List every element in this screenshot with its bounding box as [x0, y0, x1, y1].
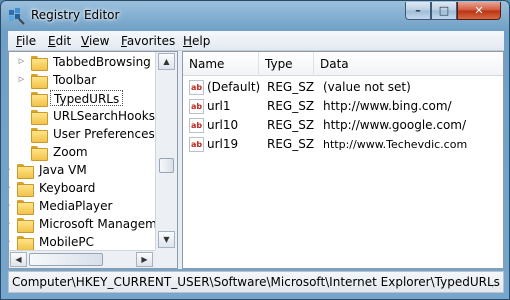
close-icon: ✕ — [474, 4, 484, 17]
folder-icon — [31, 73, 48, 89]
folder-icon — [17, 217, 34, 233]
value-type: REG_SZ — [267, 118, 315, 132]
expand-arrow-icon[interactable]: ▷ — [17, 75, 26, 84]
tree-item-label: User Preferences — [53, 127, 155, 141]
folder-icon — [31, 109, 48, 125]
tree-item-label: TypedURLs — [50, 90, 124, 106]
scroll-thumb[interactable] — [159, 158, 174, 173]
tree-item-toolbar[interactable]: ▷ Toolbar — [17, 71, 99, 89]
folder-icon — [17, 235, 34, 251]
scroll-down-icon[interactable]: ▼ — [158, 231, 175, 248]
expand-arrow-icon[interactable]: ▷ — [9, 237, 12, 246]
scroll-right-icon[interactable]: ▶ — [136, 252, 153, 267]
menu-favorites[interactable]: Favorites — [121, 34, 175, 48]
tree-item-tabbedbrowsing[interactable]: ▷ TabbedBrowsing — [17, 53, 154, 71]
value-data: http://www.Techevdic.com — [323, 138, 468, 151]
column-header-data[interactable]: Data — [314, 52, 503, 76]
registry-editor-window: Registry Editor – □ ✕ File Edit View Fav… — [0, 0, 510, 300]
minimize-icon: – — [415, 4, 421, 17]
tree-item-label: Microsoft Managemen — [39, 217, 172, 231]
list-row[interactable]: ab url1 REG_SZ http://www.bing.com/ — [183, 97, 503, 116]
scroll-up-icon[interactable]: ▲ — [158, 53, 175, 70]
close-button[interactable]: ✕ — [457, 2, 501, 20]
tree-item-typedurls[interactable]: TypedURLs — [31, 89, 124, 107]
maximize-icon: □ — [438, 4, 450, 17]
column-header-name[interactable]: Name — [183, 52, 259, 76]
expand-arrow-icon[interactable]: ▷ — [17, 57, 26, 66]
expand-arrow-icon[interactable]: ▷ — [9, 165, 12, 174]
folder-icon — [17, 163, 34, 179]
value-data: (value not set) — [323, 80, 411, 94]
value-data: http://www.bing.com/ — [323, 99, 452, 113]
folder-icon — [31, 145, 48, 161]
title-bar[interactable]: Registry Editor – □ ✕ — [1, 1, 509, 31]
tree-item-label: MobilePC — [39, 235, 94, 249]
tree-item-user-preferences[interactable]: User Preferences — [31, 125, 158, 143]
folder-icon — [17, 199, 34, 215]
tree-item-label: URLSearchHooks — [53, 109, 155, 123]
values-list[interactable]: Name Type Data ab (Default) REG_SZ (valu… — [182, 51, 504, 269]
list-row[interactable]: ab (Default) REG_SZ (value not set) — [183, 78, 503, 97]
minimize-button[interactable]: – — [405, 2, 431, 20]
menu-help[interactable]: Help — [183, 34, 210, 48]
registry-tree[interactable]: ▷ TabbedBrowsing ▷ Toolbar TypedURLs URL… — [8, 51, 178, 269]
registry-editor-icon — [9, 8, 25, 25]
string-value-icon: ab — [189, 137, 204, 152]
tree-item-keyboard[interactable]: ▷ Keyboard — [9, 179, 98, 197]
tree-item-urlsearchhooks[interactable]: URLSearchHooks — [31, 107, 158, 125]
value-type: REG_SZ — [267, 137, 315, 151]
menu-view[interactable]: View — [81, 34, 109, 48]
folder-open-icon — [31, 91, 48, 107]
folder-icon — [17, 181, 34, 197]
value-type: REG_SZ — [267, 99, 315, 113]
folder-icon — [31, 127, 48, 143]
expand-arrow-icon[interactable]: ▷ — [9, 219, 12, 228]
value-type: REG_SZ — [267, 80, 315, 94]
tree-vertical-scrollbar[interactable]: ▲ ▼ — [155, 52, 177, 250]
column-header-type[interactable]: Type — [259, 52, 314, 76]
menu-file[interactable]: File — [16, 34, 36, 48]
value-name: (Default) — [207, 80, 261, 94]
tree-item-microsoft-management[interactable]: ▷ Microsoft Managemen — [9, 215, 175, 233]
tree-item-label: MediaPlayer — [39, 199, 113, 213]
registry-path: Computer\HKEY_CURRENT_USER\Software\Micr… — [12, 275, 500, 289]
scroll-thumb[interactable] — [29, 253, 103, 266]
tree-item-label: Zoom — [53, 145, 88, 159]
menu-edit[interactable]: Edit — [48, 34, 71, 48]
expand-arrow-icon[interactable]: ▷ — [9, 183, 12, 192]
tree-horizontal-scrollbar[interactable]: ◀ ▶ — [9, 250, 155, 268]
folder-icon — [31, 55, 48, 71]
tree-item-label: TabbedBrowsing — [53, 55, 151, 69]
tree-item-zoom[interactable]: Zoom — [31, 143, 91, 161]
tree-item-mediaplayer[interactable]: ▷ MediaPlayer — [9, 197, 115, 215]
menu-bar: File Edit View Favorites Help — [8, 31, 504, 51]
string-value-icon: ab — [189, 99, 204, 114]
list-row[interactable]: ab url19 REG_SZ http://www.Techevdic.com — [183, 135, 503, 154]
string-value-icon: ab — [189, 118, 204, 133]
expand-arrow-icon[interactable]: ▷ — [9, 201, 12, 210]
maximize-button[interactable]: □ — [431, 2, 457, 20]
window-title: Registry Editor — [31, 8, 120, 22]
resize-grip-icon[interactable]: ⋰ — [491, 280, 501, 290]
scroll-left-icon[interactable]: ◀ — [10, 252, 27, 267]
client-area: ▷ TabbedBrowsing ▷ Toolbar TypedURLs URL… — [8, 51, 504, 269]
tree-item-label: Java VM — [39, 163, 87, 177]
list-row[interactable]: ab url10 REG_SZ http://www.google.com/ — [183, 116, 503, 135]
value-name: url10 — [207, 118, 239, 132]
list-header: Name Type Data — [183, 52, 503, 76]
status-bar: Computer\HKEY_CURRENT_USER\Software\Micr… — [8, 271, 504, 293]
value-name: url1 — [207, 99, 231, 113]
tree-item-label: Toolbar — [53, 73, 97, 87]
scrollbar-corner — [155, 250, 177, 268]
tree-item-mobilepc[interactable]: ▷ MobilePC — [9, 233, 97, 251]
value-data: http://www.google.com/ — [323, 118, 467, 132]
tree-item-label: Keyboard — [39, 181, 96, 195]
tree-item-java-vm[interactable]: ▷ Java VM — [9, 161, 90, 179]
value-name: url19 — [207, 137, 239, 151]
string-value-icon: ab — [189, 80, 204, 95]
